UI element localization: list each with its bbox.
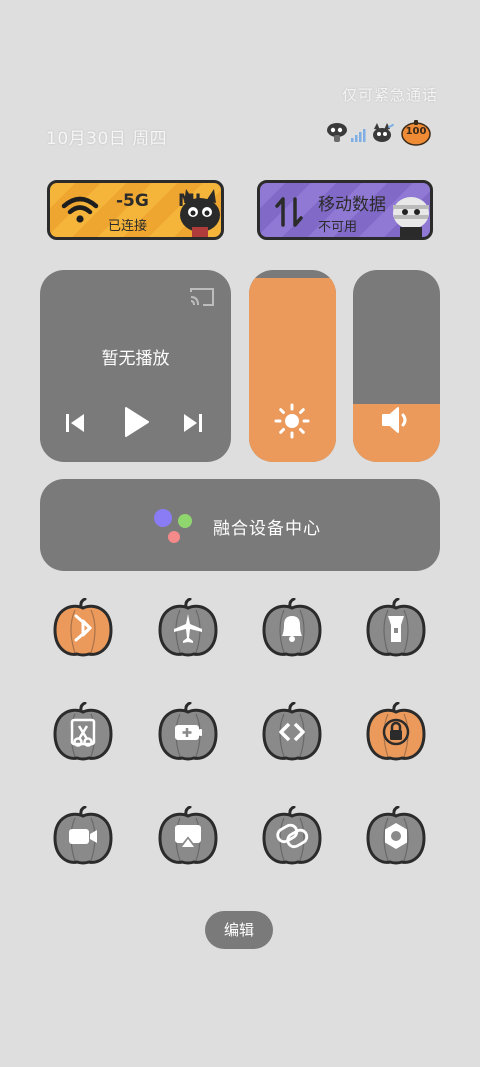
wifi-icon bbox=[61, 196, 99, 223]
previous-icon[interactable] bbox=[64, 410, 86, 436]
toggle-screen-cast[interactable] bbox=[158, 805, 218, 866]
sun-icon bbox=[274, 403, 310, 439]
toggle-link-rings[interactable] bbox=[262, 805, 322, 866]
wifi-name: -5G bbox=[116, 191, 149, 211]
speaker-icon bbox=[382, 407, 407, 433]
brightness-slider[interactable] bbox=[249, 270, 336, 462]
toggle-screenshot-scissors[interactable] bbox=[53, 701, 113, 762]
toggle-video-camera[interactable] bbox=[53, 805, 113, 866]
next-icon[interactable] bbox=[182, 410, 204, 436]
battery-saver-icon bbox=[158, 701, 218, 761]
flashlight-icon bbox=[366, 597, 426, 657]
link-rings-icon bbox=[262, 805, 322, 865]
toggle-bell[interactable] bbox=[262, 597, 322, 658]
edit-button[interactable]: 编辑 bbox=[205, 911, 273, 949]
volume-slider[interactable] bbox=[353, 270, 440, 462]
toggle-airplane[interactable] bbox=[158, 597, 218, 658]
rotation-lock-icon bbox=[366, 701, 426, 761]
cast-icon[interactable] bbox=[188, 286, 216, 308]
toggle-settings-hex[interactable] bbox=[366, 805, 426, 866]
bluetooth-icon bbox=[53, 597, 113, 657]
mobile-data-status: 不可用 bbox=[318, 220, 358, 235]
toggle-link-arrows[interactable] bbox=[262, 701, 322, 762]
play-icon[interactable] bbox=[120, 406, 152, 438]
settings-hex-icon bbox=[366, 805, 426, 865]
cat-sticker-icon bbox=[180, 189, 220, 237]
toggle-flashlight[interactable] bbox=[366, 597, 426, 658]
date-text: 10月30日 周四 bbox=[46, 129, 168, 149]
video-camera-icon bbox=[53, 805, 113, 865]
assistant-dots-icon bbox=[154, 509, 192, 543]
toggle-battery-saver[interactable] bbox=[158, 701, 218, 762]
mobile-data-tile[interactable]: 移动数据 不可用 bbox=[257, 180, 433, 240]
airplane-icon bbox=[158, 597, 218, 657]
fusion-device-center-label: 融合设备中心 bbox=[213, 519, 321, 539]
mobile-data-title: 移动数据 bbox=[318, 195, 386, 215]
signal-bars-icon bbox=[351, 129, 366, 142]
wifi-tile[interactable]: -5G MI 已连接 bbox=[47, 180, 224, 240]
signal-sticker-icon bbox=[327, 123, 347, 142]
wifi-status: 已连接 bbox=[108, 219, 148, 234]
screen-cast-icon bbox=[158, 805, 218, 865]
data-arrows-icon bbox=[275, 197, 303, 227]
media-title: 暂无播放 bbox=[101, 349, 170, 369]
link-arrows-icon bbox=[262, 701, 322, 761]
battery-level: 100 bbox=[405, 126, 427, 137]
emergency-call-text: 仅可紧急通话 bbox=[342, 86, 439, 104]
cat-sticker-icon bbox=[373, 123, 395, 142]
toggle-rotation-lock[interactable] bbox=[366, 701, 426, 762]
toggle-bluetooth[interactable] bbox=[53, 597, 113, 658]
media-player-card[interactable]: 暂无播放 bbox=[40, 270, 231, 462]
bell-icon bbox=[262, 597, 322, 657]
screenshot-scissors-icon bbox=[53, 701, 113, 761]
fusion-device-center-card[interactable]: 融合设备中心 bbox=[40, 479, 440, 571]
mummy-sticker-icon bbox=[393, 197, 429, 237]
